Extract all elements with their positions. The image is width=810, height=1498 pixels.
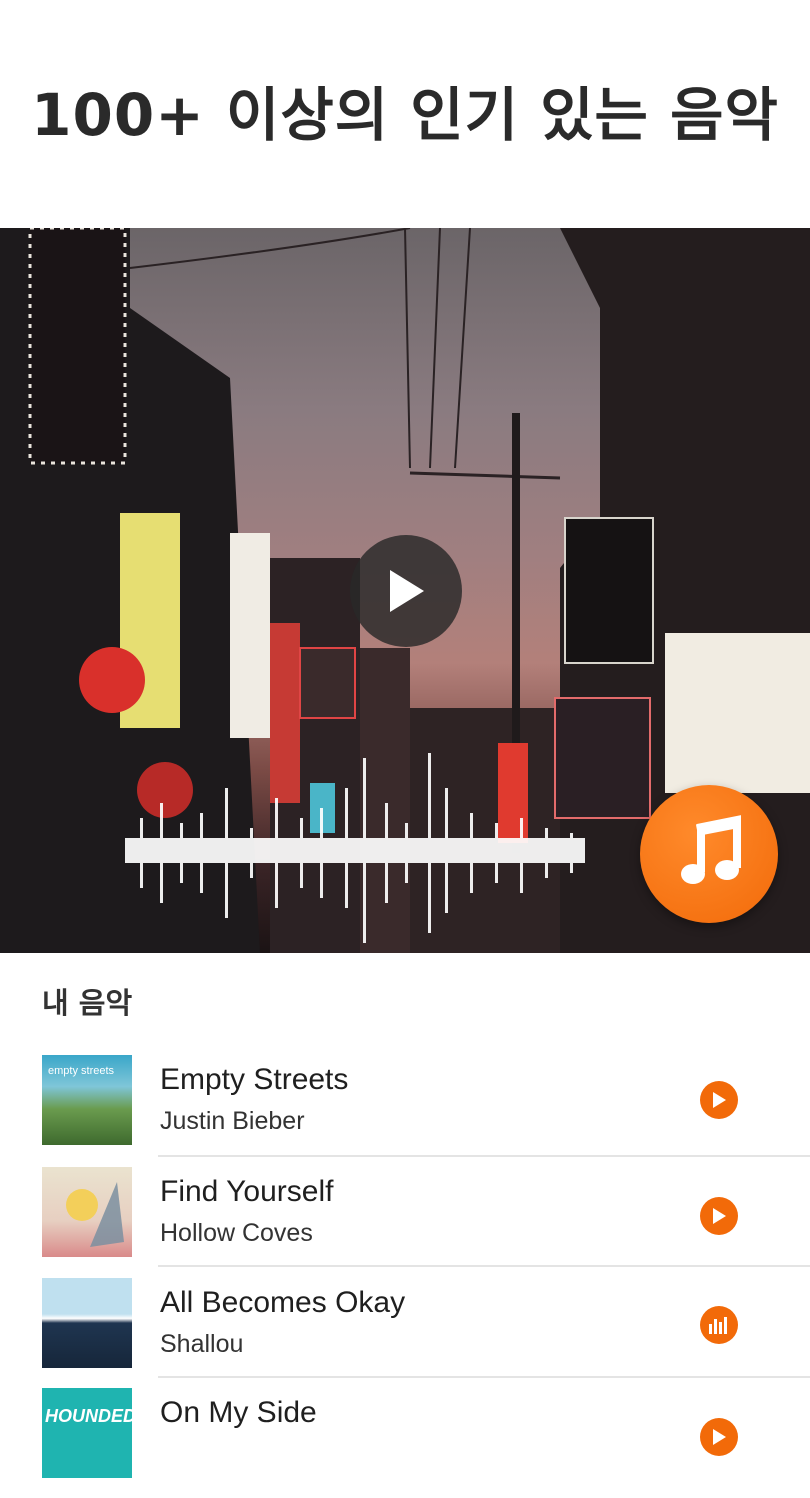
track-row[interactable]: All Becomes Okay Shallou (0, 1278, 810, 1388)
music-fab-button[interactable] (640, 785, 778, 923)
track-row[interactable]: HOUNDED On My Side (0, 1388, 810, 1498)
row-divider (158, 1376, 810, 1378)
cover-text: empty streets (48, 1065, 115, 1077)
track-artist: Shallou (160, 1330, 244, 1358)
album-cover: HOUNDED (42, 1388, 132, 1478)
track-title: All Becomes Okay (160, 1286, 406, 1319)
track-artist: Hollow Coves (160, 1219, 313, 1247)
my-music-title: 내 음악 (42, 986, 133, 1020)
row-divider (158, 1265, 810, 1267)
now-playing-indicator[interactable] (700, 1306, 738, 1344)
video-play-button[interactable] (350, 535, 462, 647)
play-icon (713, 1092, 726, 1108)
track-title: Find Yourself (160, 1175, 334, 1208)
play-icon (713, 1208, 726, 1224)
track-play-button[interactable] (700, 1197, 738, 1235)
music-note-icon (681, 815, 741, 884)
track-row[interactable]: empty streets Empty Streets Justin Biebe… (0, 1055, 810, 1165)
hero-banner (0, 228, 810, 953)
page-headline: 100+ 이상의 인기 있는 음악 (31, 81, 779, 149)
track-play-button[interactable] (700, 1418, 738, 1456)
album-cover (42, 1167, 132, 1257)
track-row[interactable]: Find Yourself Hollow Coves (0, 1167, 810, 1277)
track-artist: Justin Bieber (160, 1107, 305, 1135)
play-icon (390, 570, 424, 612)
album-cover (42, 1278, 132, 1368)
track-title: On My Side (160, 1396, 317, 1429)
track-play-button[interactable] (700, 1081, 738, 1119)
track-title: Empty Streets (160, 1063, 349, 1096)
play-icon (713, 1429, 726, 1445)
cover-art (66, 1182, 124, 1247)
equalizer-icon (709, 1317, 727, 1334)
cover-text: HOUNDED (45, 1406, 132, 1426)
row-divider (158, 1155, 810, 1157)
album-cover: empty streets (42, 1055, 132, 1145)
